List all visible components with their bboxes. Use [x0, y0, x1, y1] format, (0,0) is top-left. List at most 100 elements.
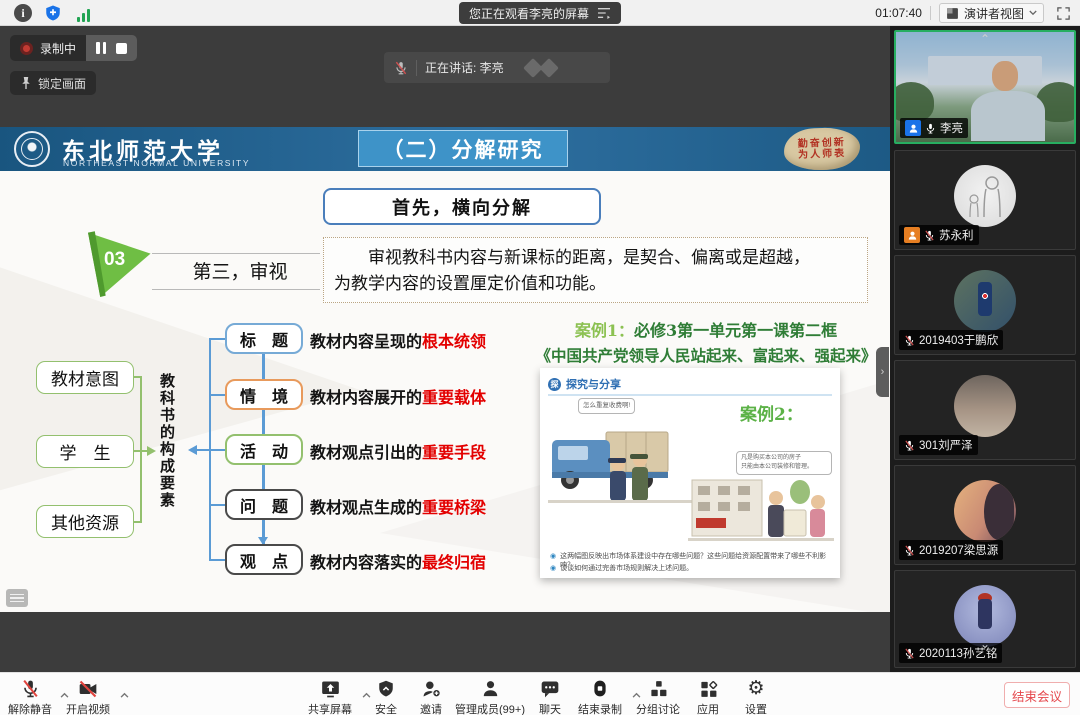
shield-icon[interactable] [44, 4, 62, 22]
chat-icon [540, 679, 560, 699]
section-number-badge: 03 [88, 227, 156, 297]
section-caption: 第三，审视 [160, 257, 320, 284]
participant-tile[interactable]: 苏永利 [894, 150, 1076, 250]
menu-icon [597, 7, 611, 19]
left-box-intent: 教材意图 [36, 361, 134, 394]
watching-banner-label: 您正在观看李亮的屏幕 [469, 5, 589, 22]
participant-nametag: 2019207梁思源 [899, 540, 1003, 560]
participant-nametag: 301刘严泽 [899, 435, 978, 455]
explore-icon: 探 [548, 378, 561, 391]
participant-tile[interactable]: 2019207梁思源 [894, 465, 1076, 565]
fullscreen-icon[interactable] [1052, 3, 1074, 23]
divider [152, 289, 320, 290]
security-button[interactable]: 安全 [375, 678, 397, 715]
element-desc: 教材内容展开的重要载体 [310, 384, 486, 408]
apps-button[interactable]: 应用 [697, 678, 719, 715]
host-badge-icon [905, 120, 921, 136]
case1-text: 案例1：必修3第一单元第一课第二框 《中国共产党领导人民站起来、富起来、强起来》 [528, 317, 884, 366]
connector [209, 338, 225, 340]
top-bar: i 您正在观看李亮的屏幕 01:07:40 演讲者视图 [0, 0, 1080, 26]
element-box-question: 问 题 [225, 489, 303, 520]
connector [196, 449, 210, 451]
vertical-label: 教科书的构成要素 [156, 373, 178, 533]
divider [930, 6, 931, 20]
mic-muted-icon [904, 544, 915, 557]
truck-scene-illustration [548, 414, 698, 526]
connector [209, 559, 225, 561]
participant-name: 2019207梁思源 [919, 542, 998, 558]
manage-members-button[interactable]: 管理成员(99+) [455, 678, 525, 715]
building-scene-illustration [688, 476, 834, 548]
mic-muted-icon [904, 334, 915, 347]
view-mode-button[interactable]: 演讲者视图 [939, 3, 1044, 23]
stop-record-button[interactable]: 结束录制 [578, 678, 622, 715]
left-box-students: 学 生 [36, 435, 134, 468]
record-dot-icon [20, 42, 33, 55]
end-meeting-button[interactable]: 结束会议 [1004, 682, 1070, 708]
divider [548, 394, 832, 396]
connector [209, 394, 225, 396]
connector [140, 376, 142, 522]
share-screen-button[interactable]: 共享屏幕 [308, 678, 352, 715]
participant-tile-liliang[interactable]: ⌃ 李亮 [894, 30, 1076, 144]
annotation-tools-icon[interactable] [6, 589, 28, 607]
recording-pill: 录制中 [10, 35, 137, 61]
participants-sidebar: ⌃ 李亮 苏永利 [890, 26, 1080, 672]
chevron-down-icon[interactable]: ⌄ [980, 639, 990, 649]
start-video-button[interactable]: 开启视频 [66, 678, 110, 715]
participant-nametag: 李亮 [900, 118, 968, 138]
slide-headline: 首先，横向分解 [323, 188, 601, 225]
layout-icon [946, 7, 959, 20]
lock-view-label: 锁定画面 [38, 75, 86, 92]
signal-icon[interactable] [74, 4, 92, 22]
participant-name: 301刘严泽 [919, 437, 973, 453]
meeting-window: i 您正在观看李亮的屏幕 01:07:40 演讲者视图 [0, 0, 1080, 715]
participant-tile[interactable]: ⌄ 2020113孙艺铭 [894, 570, 1076, 668]
pause-recording-button[interactable] [96, 42, 106, 54]
chevron-up-icon[interactable] [120, 685, 129, 703]
connector [134, 376, 142, 378]
connector [134, 521, 142, 523]
speaking-label: 正在讲话: 李亮 [425, 59, 504, 76]
info-icon[interactable]: i [14, 4, 32, 22]
lock-view-button[interactable]: 锁定画面 [10, 71, 96, 95]
avatar [954, 480, 1016, 542]
mic-muted-icon [394, 60, 408, 76]
element-desc: 教材内容呈现的根本统领 [310, 328, 486, 352]
chat-button[interactable]: 聊天 [539, 678, 561, 715]
university-seal-logo [14, 131, 50, 167]
breakout-rooms-button[interactable]: 分组讨论 [636, 678, 680, 715]
participant-tile[interactable]: 2019403于鹏欣 [894, 255, 1076, 355]
left-box-resources: 其他资源 [36, 505, 134, 538]
share-screen-icon [320, 679, 341, 699]
textbook-figure: 探 探究与分享 案例2： 怎么重复收费啊! [540, 368, 840, 578]
stop-recording-button[interactable] [116, 43, 127, 54]
element-desc: 教材内容落实的最终归宿 [310, 549, 486, 573]
security-shield-icon [377, 679, 395, 699]
unmute-button[interactable]: 解除静音 [8, 678, 52, 715]
watching-banner[interactable]: 您正在观看李亮的屏幕 [459, 2, 621, 24]
chevron-up-icon[interactable] [362, 685, 371, 703]
pin-icon [20, 76, 32, 90]
participant-name: 苏永利 [939, 227, 974, 243]
avatar [954, 165, 1016, 227]
mic-icon [925, 122, 936, 135]
view-mode-label: 演讲者视图 [964, 5, 1024, 22]
element-box-context: 情 境 [225, 379, 303, 410]
chevron-up-icon[interactable]: ⌃ [980, 34, 990, 44]
invite-button[interactable]: 邀请 [420, 678, 442, 715]
chevron-down-icon [1029, 10, 1037, 16]
participant-tile[interactable]: 301刘严泽 [894, 360, 1076, 460]
section-number: 03 [104, 249, 125, 271]
guest-badge-icon [904, 227, 920, 243]
element-desc: 教材观点引出的重要手段 [310, 439, 486, 463]
settings-button[interactable]: ⚙ 设置 [745, 678, 767, 715]
screen-share-stage: 录制中 锁定画面 正在讲话: 李亮 东北师范大学 NORTHEAST N [0, 26, 890, 672]
element-desc: 教材观点生成的重要桥梁 [310, 494, 486, 518]
meeting-timer: 01:07:40 [875, 6, 922, 20]
camera-off-icon [77, 679, 99, 699]
meeting-toolbar: 解除静音 开启视频 共享屏幕 安全 邀请 管理成员(99+) 聊天 [0, 672, 1080, 715]
avatar [954, 375, 1016, 437]
element-box-viewpoint: 观 点 [225, 544, 303, 575]
divider [416, 60, 417, 76]
